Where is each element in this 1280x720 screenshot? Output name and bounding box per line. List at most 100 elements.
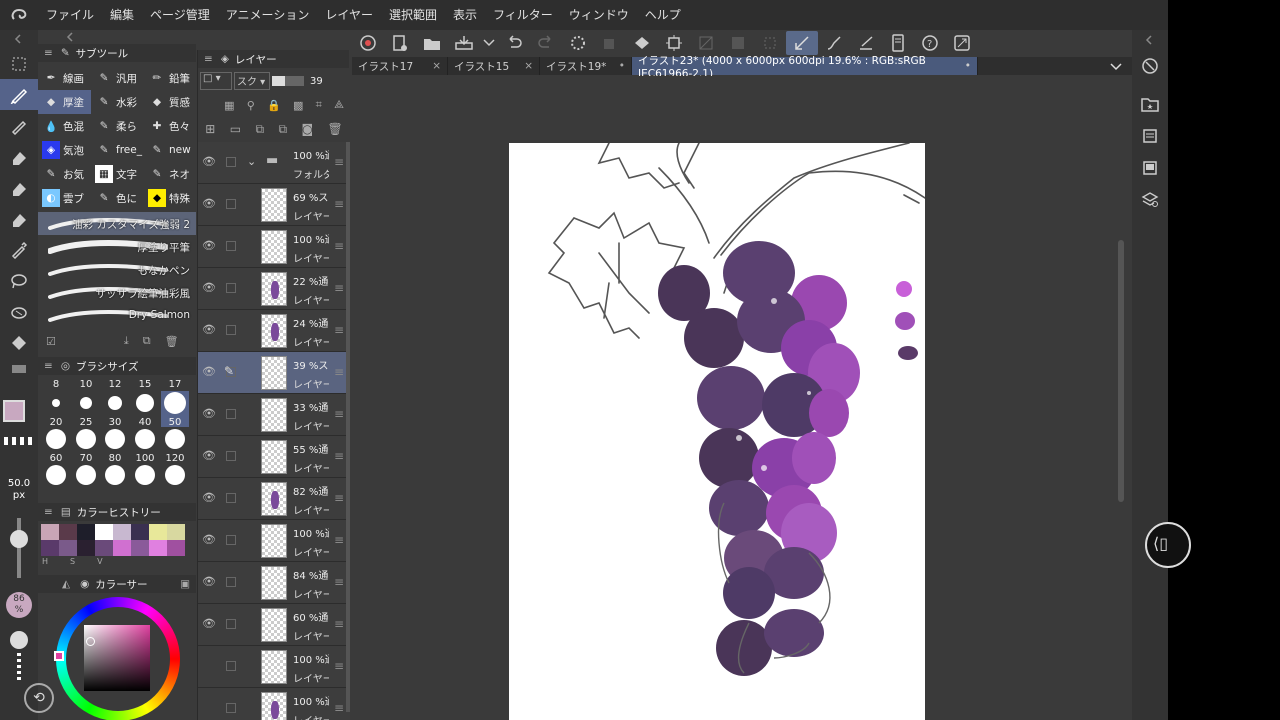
eye-icon[interactable]: 👁 xyxy=(202,197,216,211)
invert-selection-icon[interactable] xyxy=(754,31,786,55)
saturation-value-box[interactable] xyxy=(84,625,150,691)
layer-scrollbar[interactable] xyxy=(346,142,350,712)
sv-cursor[interactable] xyxy=(86,637,95,646)
eye-icon[interactable]: 👁 xyxy=(202,407,216,421)
layer-check-box[interactable] xyxy=(226,199,236,209)
blend-tool-icon[interactable] xyxy=(0,296,38,327)
layer-check-box[interactable] xyxy=(226,703,236,713)
tab-list-chevron-icon[interactable] xyxy=(1108,57,1124,75)
subtool-group-various[interactable]: ✚ 色々 xyxy=(144,114,196,138)
layer-check-box[interactable] xyxy=(226,619,236,629)
subtool-group-special[interactable]: ◆ 特殊 xyxy=(144,186,196,210)
layer-check-box[interactable] xyxy=(226,157,236,167)
new-folder-icon[interactable]: ▭ xyxy=(230,122,241,136)
eye-icon[interactable]: 👁 xyxy=(202,575,216,589)
subtool-group-pencil[interactable]: ✏ 鉛筆 xyxy=(144,66,196,90)
layer-row[interactable]: 👁 100 %通レイヤー ≡ xyxy=(198,520,350,562)
color-swatch[interactable] xyxy=(59,524,77,540)
crop-icon[interactable] xyxy=(722,31,754,55)
menu-icon[interactable]: ≡ xyxy=(44,47,53,59)
mask-icon[interactable]: ⌗ xyxy=(316,98,322,112)
color-swatch[interactable] xyxy=(77,540,95,556)
subtool-group-color-mix[interactable]: 💧 色混 xyxy=(38,114,91,138)
collapse-chevron-icon[interactable] xyxy=(1132,30,1168,50)
canvas-paper[interactable] xyxy=(509,142,926,720)
color-swatch[interactable] xyxy=(113,540,131,556)
sub-view-icon[interactable] xyxy=(1132,152,1168,184)
layer-row[interactable]: 100 %通レイヤー ≡ xyxy=(198,646,350,688)
menu-animation[interactable]: アニメーション xyxy=(218,0,318,30)
ruler-icon[interactable]: ⟁ xyxy=(334,98,344,112)
color-swatch[interactable] xyxy=(41,524,59,540)
brush-item[interactable]: Dry Salmon xyxy=(38,304,196,327)
size-slider[interactable] xyxy=(17,518,21,578)
clipping-icon[interactable]: ▦ xyxy=(224,99,234,112)
transfer-icon[interactable]: ⧉ xyxy=(278,122,287,137)
layer-copy-icon[interactable] xyxy=(594,31,626,55)
layer-folder-row[interactable]: 👁 ⌄ ▬ 100 %通フォルダ ≡ xyxy=(198,142,350,184)
brush-item[interactable]: もなかペン xyxy=(38,258,196,281)
eye-icon[interactable]: 👁 xyxy=(202,323,216,337)
subtool-group-general[interactable]: ✎ 汎用 xyxy=(91,66,144,90)
opacity-slider[interactable] xyxy=(272,76,304,86)
chevron-down-icon[interactable]: ⌄ xyxy=(247,155,256,168)
color-swatch[interactable] xyxy=(167,524,185,540)
layer-check-box[interactable] xyxy=(226,661,236,671)
layer-color-select[interactable]: □ ▾ xyxy=(200,72,232,90)
drag-handle-icon[interactable]: ≡ xyxy=(334,533,344,547)
drag-handle-icon[interactable]: ≡ xyxy=(334,701,344,715)
eye-icon[interactable]: 👁 xyxy=(202,533,216,547)
menu-filter[interactable]: フィルター xyxy=(485,0,561,30)
open-file-icon[interactable] xyxy=(416,31,448,55)
menu-window[interactable]: ウィンドウ xyxy=(561,0,637,30)
drag-handle-icon[interactable]: ≡ xyxy=(334,323,344,337)
transform-icon[interactable] xyxy=(658,31,690,55)
fill-tool-icon[interactable] xyxy=(0,327,38,358)
layer-check-box[interactable] xyxy=(226,241,236,251)
subtool-group-thick-paint[interactable]: ◆ 厚塗 xyxy=(38,90,91,114)
layer-row[interactable]: 👁 33 %通 レイヤー ≡ xyxy=(198,394,350,436)
clip-studio-icon[interactable] xyxy=(352,31,384,55)
menu-icon[interactable]: ≡ xyxy=(44,360,53,372)
brush-item[interactable]: サッサラ絵筆油彩風 xyxy=(38,281,196,304)
subtool-group-bubble[interactable]: ◈ 気泡 xyxy=(38,138,91,162)
layer-opacity-value[interactable]: 39 xyxy=(310,76,323,87)
merge-down-icon[interactable]: ⧉ xyxy=(255,122,264,137)
eraser-soft-icon[interactable] xyxy=(0,172,38,203)
subtool-group-text[interactable]: ▦ 文字 xyxy=(91,162,144,186)
undo-icon[interactable] xyxy=(498,31,530,55)
brush-item[interactable]: 厚塗り平筆 xyxy=(38,235,196,258)
hue-cursor[interactable] xyxy=(54,651,64,661)
color-swatch[interactable] xyxy=(131,540,149,556)
drag-handle-icon[interactable]: ≡ xyxy=(334,365,344,379)
new-raster-layer-icon[interactable]: ⊞ xyxy=(205,122,215,136)
selection-tool-icon[interactable] xyxy=(0,48,38,79)
menu-layer[interactable]: レイヤー xyxy=(317,0,381,30)
lock-icon[interactable]: 🔒 xyxy=(267,99,281,112)
layer-row[interactable]: 👁 55 %通 レイヤー ≡ xyxy=(198,436,350,478)
gradient-tool-icon[interactable] xyxy=(0,358,38,380)
layer-property-icon[interactable] xyxy=(1132,120,1168,152)
help-icon[interactable]: ? xyxy=(914,31,946,55)
layer-mask-icon[interactable]: ◙ xyxy=(301,122,313,136)
color-set-icon[interactable]: ◭ xyxy=(62,578,70,590)
menu-edit[interactable]: 編集 xyxy=(102,0,142,30)
lock-alpha-icon[interactable]: ▩ xyxy=(293,99,303,112)
color-swatch[interactable] xyxy=(149,524,167,540)
canvas-area[interactable] xyxy=(352,76,1116,720)
blend-mode-select[interactable]: スク ▾ xyxy=(234,72,270,90)
device-icon[interactable] xyxy=(882,31,914,55)
subtool-group-texture[interactable]: ◆ 質感 xyxy=(144,90,196,114)
modified-dot-icon[interactable]: • xyxy=(965,60,971,72)
save-icon[interactable] xyxy=(448,31,480,55)
layer-check-box[interactable] xyxy=(226,409,236,419)
eye-icon[interactable]: 👁 xyxy=(202,617,216,631)
drag-handle-icon[interactable]: ≡ xyxy=(334,239,344,253)
canvas-scrollbar[interactable] xyxy=(1118,240,1124,502)
main-color-swatch[interactable] xyxy=(3,400,25,422)
menu-icon[interactable]: ≡ xyxy=(44,506,53,518)
drag-handle-icon[interactable]: ≡ xyxy=(334,155,344,169)
color-swatch[interactable] xyxy=(167,540,185,556)
layer-row[interactable]: 👁 60 %通 レイヤー ≡ xyxy=(198,604,350,646)
layer-row[interactable]: 👁 69 %ス レイヤー ≡ xyxy=(198,184,350,226)
